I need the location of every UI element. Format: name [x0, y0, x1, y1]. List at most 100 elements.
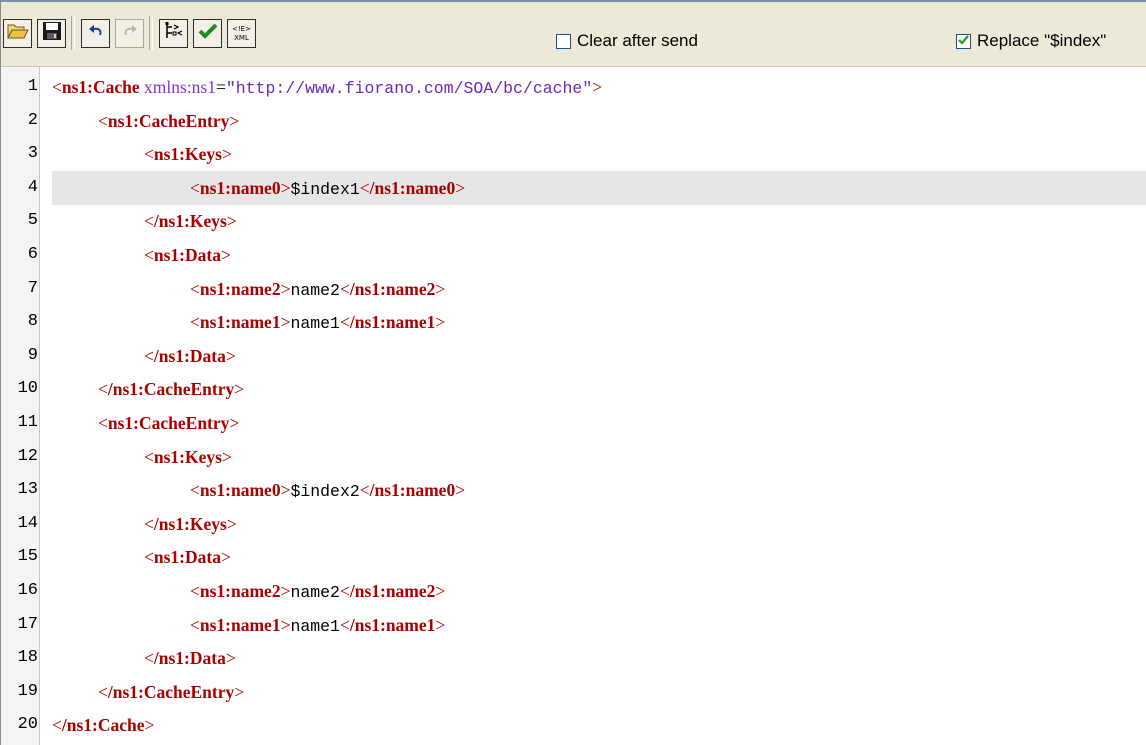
code-line[interactable]: 9 </ns1:Data> [1, 339, 1146, 373]
tag-bracket: < [98, 379, 108, 400]
tag-bracket: > [435, 614, 446, 635]
line-content: </ns1:CacheEntry> [98, 675, 244, 709]
line-content: <ns1:name2>name2</ns1:name2> [190, 574, 445, 610]
dtd-xml-button[interactable]: <!E> XML [227, 19, 256, 48]
replace-index-checkbox[interactable] [956, 32, 971, 50]
code-line[interactable]: 15 <ns1:Data> [1, 540, 1146, 574]
replace-index-option[interactable]: Replace "$index" [956, 31, 1106, 51]
line-number: 14 [17, 513, 38, 533]
tag-bracket: < [144, 547, 154, 568]
code-line[interactable]: 7 <ns1:name2>name2</ns1:name2> [1, 272, 1146, 306]
xml-text-content: $index2 [290, 482, 360, 502]
code-line[interactable]: 11 <ns1:CacheEntry> [1, 406, 1146, 440]
xml-closing-tag-name: /ns1:name1 [349, 312, 436, 333]
tag-bracket: > [280, 278, 291, 299]
xml-tag-name: /ns1:Data [153, 345, 226, 366]
xml-tag-name: ns1:name1 [199, 312, 281, 333]
code-line[interactable]: 18 </ns1:Data> [1, 641, 1146, 675]
line-number: 10 [17, 379, 38, 399]
validate-button[interactable] [193, 19, 222, 48]
tag-bracket: < [339, 278, 350, 299]
line-content: <ns1:name1>name1</ns1:name1> [190, 608, 445, 644]
xml-closing-tag-name: /ns1:name0 [369, 177, 456, 198]
tag-bracket: < [190, 480, 200, 501]
line-number: 9 [27, 345, 38, 365]
xml-tag-name: ns1:CacheEntry [107, 110, 230, 131]
open-button[interactable] [3, 19, 32, 48]
xml-tag-name: /ns1:Data [153, 648, 226, 669]
xml-closing-tag-name: /ns1:name2 [349, 581, 436, 601]
tag-bracket: < [144, 345, 154, 366]
tag-bracket: > [435, 312, 446, 333]
xml-text-content: $index1 [290, 179, 360, 199]
folder-open-icon [6, 22, 29, 45]
tag-bracket: < [190, 177, 200, 198]
line-content: </ns1:Data> [144, 641, 236, 675]
xml-attribute-name: xmlns:ns1 [144, 77, 216, 97]
line-content: <ns1:name2>name2</ns1:name2> [190, 272, 445, 308]
xml-tag-name: ns1:CacheEntry [107, 413, 230, 433]
tag-bracket: < [359, 480, 370, 501]
clear-after-send-checkbox[interactable] [556, 33, 571, 49]
xml-editor[interactable]: 1 <ns1:Cache xmlns:ns1="http://www.fioran… [1, 67, 1146, 745]
code-line[interactable]: 6 <ns1:Data> [1, 238, 1146, 272]
toolbar-separator [149, 16, 153, 50]
tag-bracket: > [220, 245, 231, 265]
tag-bracket: < [98, 413, 108, 433]
xml-closing-tag-name: /ns1:name1 [349, 614, 436, 635]
tag-bracket: > [229, 413, 240, 433]
redo-button[interactable] [115, 19, 144, 48]
xml-tag-name: /ns1:Keys [153, 211, 227, 232]
tag-bracket: > [225, 648, 236, 669]
line-content: </ns1:Cache> [52, 708, 154, 742]
code-line[interactable]: 17 <ns1:name1>name1</ns1:name1> [1, 608, 1146, 642]
line-number: 1 [27, 77, 38, 96]
line-number: 6 [27, 245, 38, 264]
tag-bracket: < [52, 77, 62, 97]
xml-tag-name: ns1:name0 [199, 177, 281, 198]
tag-bracket: > [280, 581, 291, 601]
code-line[interactable]: 19 </ns1:CacheEntry> [1, 675, 1146, 709]
dtd-xml-icon: <!E> XML [232, 25, 251, 43]
clear-after-send-option[interactable]: Clear after send [556, 31, 698, 51]
xml-tag-name: ns1:Data [153, 547, 221, 568]
xml-text-content: name1 [290, 616, 340, 636]
code-line[interactable]: 13 <ns1:name0>$index2</ns1:name0> [1, 473, 1146, 507]
code-line[interactable]: 8 <ns1:name1>name1</ns1:name1> [1, 305, 1146, 339]
code-line[interactable]: 14 </ns1:Keys> [1, 507, 1146, 541]
code-line[interactable]: 5 </ns1:Keys> [1, 204, 1146, 238]
dtd-icon-text-top: <!E> [232, 24, 251, 33]
checkbox-check-icon [958, 32, 969, 50]
xml-tag-name: ns1:name0 [199, 480, 281, 501]
tag-bracket: < [52, 715, 62, 736]
xml-closing-tag-name: /ns1:name0 [369, 480, 456, 501]
code-line[interactable]: 16 <ns1:name2>name2</ns1:name2> [1, 574, 1146, 608]
line-content: <ns1:name1>name1</ns1:name1> [190, 305, 445, 341]
xml-tag-name: ns1:Data [153, 245, 221, 265]
tag-bracket: > [435, 581, 446, 601]
code-line[interactable]: 4 <ns1:name0>$index1</ns1:name0> [1, 170, 1146, 205]
line-content: <ns1:CacheEntry> [98, 104, 239, 138]
line-number: 12 [17, 446, 38, 466]
tag-bracket: < [190, 614, 200, 635]
tag-bracket: < [144, 245, 154, 265]
tag-bracket: > [221, 446, 232, 467]
line-number: 2 [27, 110, 38, 130]
code-line[interactable]: 10 </ns1:CacheEntry> [1, 372, 1146, 406]
line-number: 8 [27, 312, 38, 332]
tag-bracket: > [234, 379, 245, 400]
code-line[interactable]: 12 <ns1:Keys> [1, 440, 1146, 474]
xml-equals-sign: = [216, 77, 226, 97]
tag-bracket: < [190, 581, 200, 601]
tag-bracket: < [144, 513, 154, 534]
undo-button[interactable] [81, 19, 110, 48]
code-line[interactable]: 2 <ns1:CacheEntry> [1, 104, 1146, 138]
format-xml-button[interactable] [159, 19, 188, 48]
tag-bracket: < [144, 144, 154, 165]
code-line[interactable]: 3 <ns1:Keys> [1, 137, 1146, 171]
line-number: 17 [17, 614, 38, 634]
tag-bracket: < [339, 581, 350, 601]
code-line[interactable]: 1 <ns1:Cache xmlns:ns1="http://www.fioran… [1, 70, 1146, 104]
code-line[interactable]: 20 </ns1:Cache> [1, 708, 1146, 742]
save-button[interactable] [37, 19, 66, 48]
